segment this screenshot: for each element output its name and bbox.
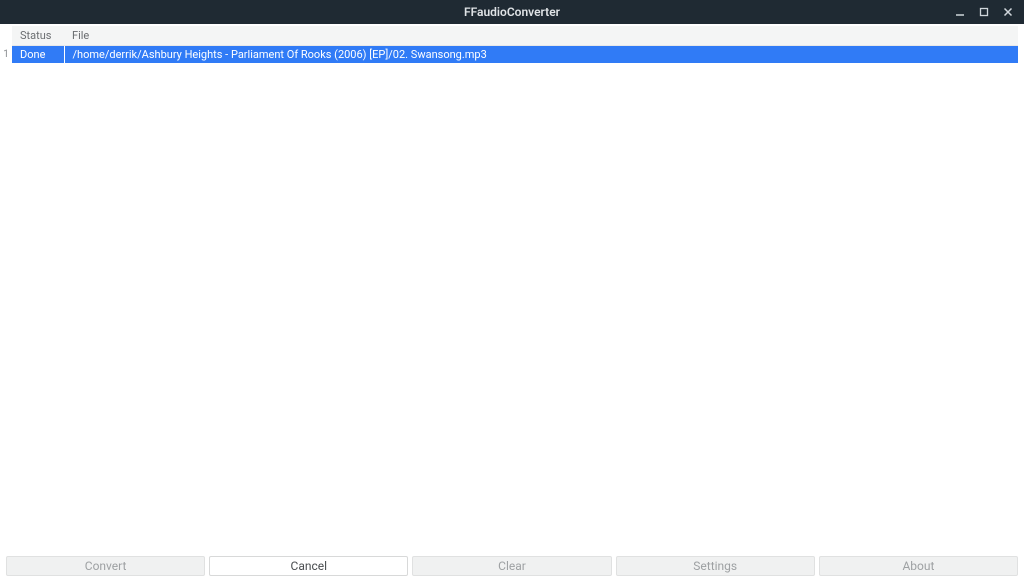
window-title: FFaudioConverter [464, 5, 560, 19]
file-column-header[interactable]: File [64, 26, 1018, 46]
status-column-header[interactable]: Status [12, 26, 64, 46]
cancel-button[interactable]: Cancel [209, 556, 408, 576]
maximize-icon[interactable] [976, 0, 992, 24]
row-number: 1 [0, 46, 12, 64]
convert-button[interactable]: Convert [6, 556, 205, 576]
file-table[interactable]: Status File 1 Done /home/derrik/Ashbury … [0, 26, 1018, 63]
window-titlebar: FFaudioConverter [0, 0, 1024, 24]
file-table-container: Status File 1 Done /home/derrik/Ashbury … [0, 24, 1024, 554]
table-header-row: Status File [0, 26, 1018, 46]
rownum-column-header [0, 26, 12, 46]
minimize-icon[interactable] [952, 0, 968, 24]
close-icon[interactable] [1000, 0, 1016, 24]
content-area: Status File 1 Done /home/derrik/Ashbury … [0, 24, 1024, 578]
table-row[interactable]: 1 Done /home/derrik/Ashbury Heights - Pa… [0, 46, 1018, 64]
window-controls [946, 0, 1022, 24]
footer-toolbar: Convert Cancel Clear Settings About [0, 554, 1024, 578]
status-cell: Done [12, 46, 64, 64]
settings-button[interactable]: Settings [616, 556, 815, 576]
file-cell: /home/derrik/Ashbury Heights - Parliamen… [64, 46, 1018, 64]
clear-button[interactable]: Clear [412, 556, 611, 576]
about-button[interactable]: About [819, 556, 1018, 576]
